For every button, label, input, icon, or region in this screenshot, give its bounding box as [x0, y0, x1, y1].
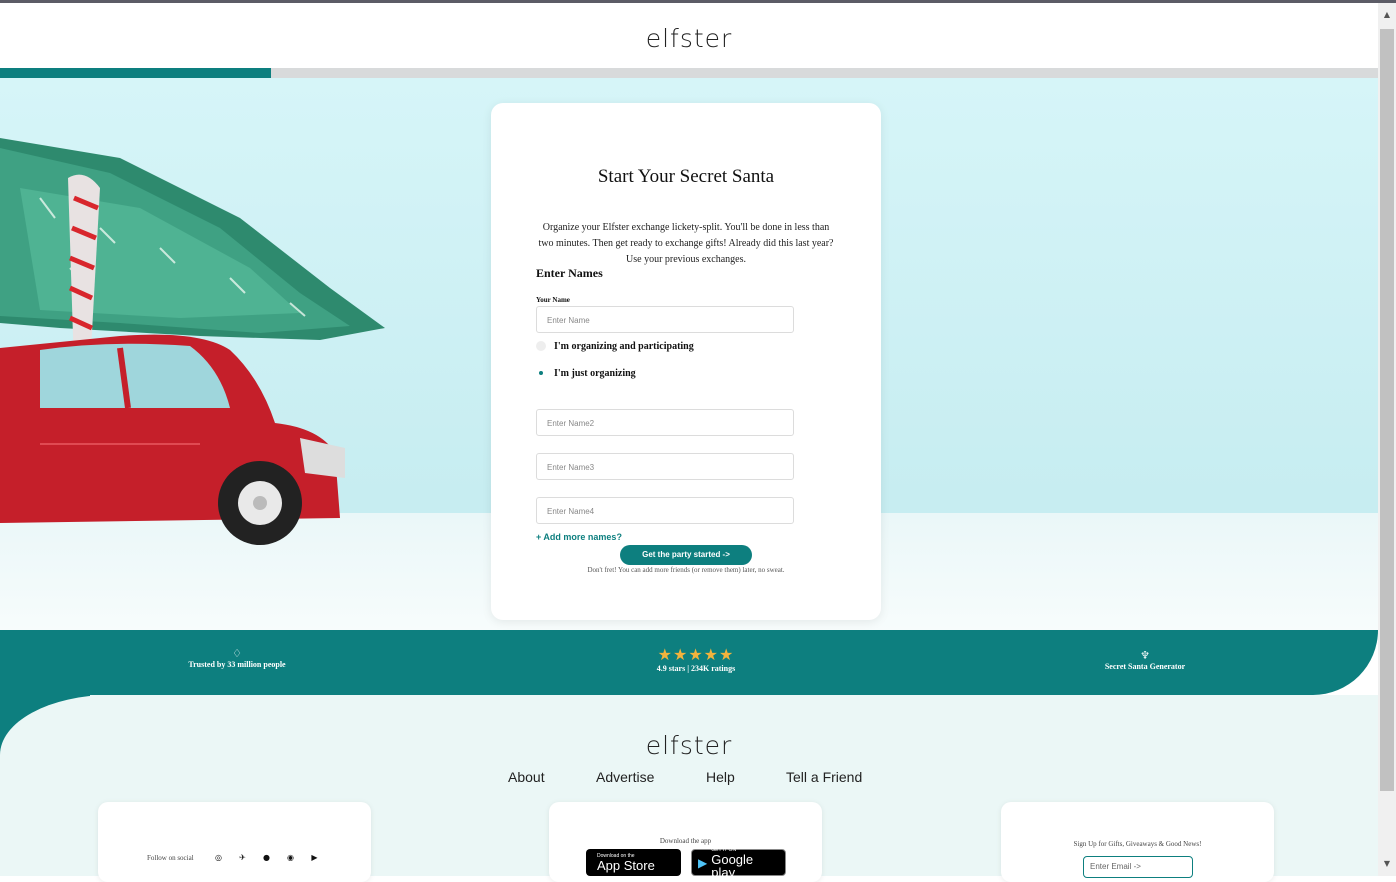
scroll-down-arrow-icon[interactable]: ▼ [1378, 855, 1396, 873]
app-store-large-text: App Store [597, 858, 655, 873]
enter-names-heading: Enter Names [536, 266, 603, 280]
rating-text: 4.9 stars | 234K ratings [656, 664, 736, 673]
progress-bar [0, 68, 1378, 78]
footer-link-about[interactable]: About [508, 769, 545, 785]
youtube-icon[interactable]: ▶ [309, 852, 320, 863]
footer-logo[interactable]: elfster [0, 731, 1378, 760]
email-input[interactable]: Enter Email -> [1083, 856, 1193, 878]
instagram-icon[interactable]: ◎ [213, 852, 224, 863]
name3-input[interactable]: Enter Name3 [536, 453, 794, 480]
radio-button[interactable] [536, 341, 546, 351]
name4-input[interactable]: Enter Name4 [536, 497, 794, 524]
car-with-tree-illustration [0, 138, 385, 545]
trusted-text: Trusted by 33 million people [188, 660, 286, 669]
scrollbar-thumb[interactable] [1380, 29, 1394, 791]
google-play-button[interactable]: ▶ GET IT ON Google play [691, 847, 786, 880]
radio-label: I'm just organizing [554, 367, 636, 379]
trophy-icon: ♆ [1140, 649, 1150, 662]
social-icons: ◎ ✈ ● ◉ ▶ [213, 852, 320, 863]
radio-just-organizing[interactable]: I'm just organizing [536, 365, 636, 381]
diamond-icon: ♢ [232, 647, 242, 660]
trusted-item: ♢ Trusted by 33 million people [137, 630, 337, 695]
your-name-label: Your Name [536, 296, 570, 304]
generator-item: ♆ Secret Santa Generator [1045, 630, 1245, 695]
footer-link-advertise[interactable]: Advertise [596, 769, 654, 785]
vertical-scrollbar[interactable]: ▲ ▼ [1378, 3, 1396, 876]
radio-organizing-participating[interactable]: I'm organizing and participating [536, 338, 694, 354]
card-intro-text: Organize your Elfster exchange lickety-s… [538, 222, 834, 265]
app-store-button[interactable]: Download on the App Store [586, 849, 681, 876]
google-play-large-text: Google play [711, 851, 754, 880]
facebook-icon[interactable]: ● [261, 852, 272, 863]
download-app-label: Download the app [659, 837, 712, 845]
twitter-icon[interactable]: ✈ [237, 852, 248, 863]
newsletter-label: Sign Up for Gifts, Giveaways & Good News… [1073, 840, 1202, 848]
rating-stars: ★★★★★ [657, 645, 735, 664]
footer-link-tell-a-friend[interactable]: Tell a Friend [786, 769, 862, 785]
site-header: elfster [0, 3, 1378, 68]
name2-input[interactable]: Enter Name2 [536, 409, 794, 436]
card-title: Start Your Secret Santa [597, 166, 775, 187]
footer-link-help[interactable]: Help [706, 769, 735, 785]
progress-bar-fill [0, 68, 272, 78]
add-more-names-link[interactable]: + Add more names? [536, 532, 622, 542]
app-card: Download the app Download on the App Sto… [549, 802, 822, 882]
generator-text: Secret Santa Generator [1104, 662, 1186, 671]
rating-item: ★★★★★ 4.9 stars | 234K ratings [596, 630, 796, 695]
newsletter-card: Sign Up for Gifts, Giveaways & Good News… [1001, 802, 1274, 882]
your-name-input[interactable]: Enter Name [536, 306, 794, 333]
get-party-started-button[interactable]: Get the party started -> [620, 545, 752, 565]
signup-card: Start Your Secret Santa Organize your El… [491, 103, 881, 620]
cta-note: Don't fret! You can add more friends (or… [587, 566, 785, 574]
pinterest-icon[interactable]: ◉ [285, 852, 296, 863]
google-play-icon: ▶ [698, 855, 708, 870]
site-logo[interactable]: elfster [0, 24, 1378, 53]
social-card: Follow on social ◎ ✈ ● ◉ ▶ [98, 802, 371, 882]
radio-button-selected[interactable] [536, 368, 546, 378]
trust-band: ♢ Trusted by 33 million people ★★★★★ 4.9… [0, 630, 1378, 695]
scroll-up-arrow-icon[interactable]: ▲ [1378, 6, 1396, 24]
follow-on-social-label: Follow on social [147, 854, 194, 862]
radio-label: I'm organizing and participating [554, 340, 694, 352]
